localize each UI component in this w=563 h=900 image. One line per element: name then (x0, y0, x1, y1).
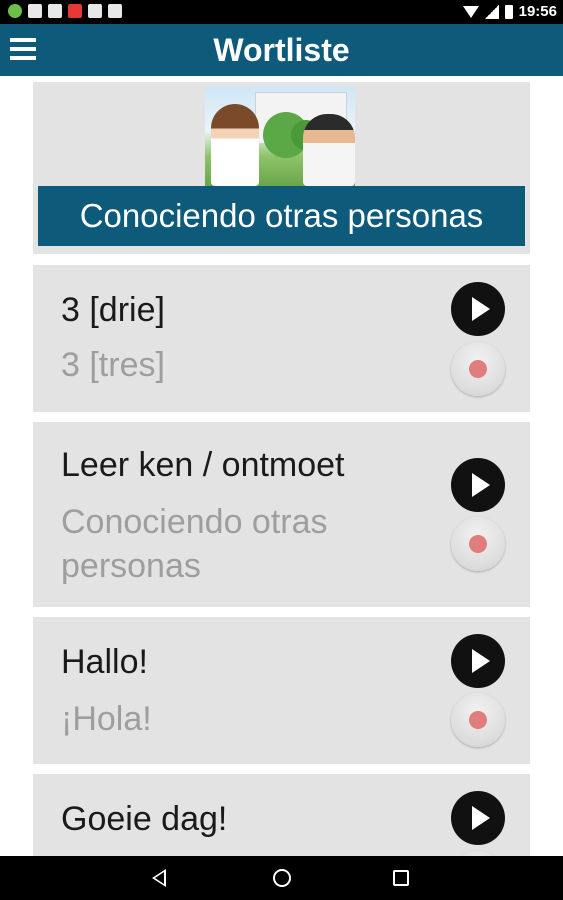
mail-notification-icon (48, 4, 62, 18)
clock: 19:56 (518, 3, 557, 20)
translation-text: Conociendo otras personas (61, 503, 328, 585)
topic-title: Conociendo otras personas (38, 186, 525, 246)
word-text: 3 [drie] (61, 291, 165, 329)
word-text: Goeie dag! (61, 800, 228, 838)
play-icon[interactable] (451, 634, 505, 688)
image-notification-icon (28, 4, 42, 18)
translation-text: ¡Hola! (61, 700, 152, 738)
notification-icons (8, 4, 122, 18)
topic-header: Conociendo otras personas (33, 82, 530, 254)
grid-notification-icon (88, 4, 102, 18)
play-icon[interactable] (451, 458, 505, 512)
status-right: 19:56 (462, 3, 557, 20)
word-list[interactable]: Conociendo otras personas 3 [drie] 3 [tr… (0, 76, 563, 856)
list-item: Leer ken / ontmoet Conociendo otras pers… (33, 422, 530, 607)
pdf-notification-icon (68, 4, 82, 18)
wifi-icon (462, 5, 479, 18)
list-item: Goeie dag! (33, 774, 530, 856)
play-icon[interactable] (451, 282, 505, 336)
page-title: Wortliste (213, 32, 350, 68)
app-bar: Wortliste (0, 24, 563, 76)
translation-text: 3 [tres] (61, 346, 165, 384)
record-icon[interactable] (451, 693, 505, 747)
system-nav-bar (0, 856, 563, 900)
word-text: Leer ken / ontmoet (61, 446, 345, 484)
battery-icon (504, 4, 513, 19)
signal-icon (484, 4, 499, 19)
status-bar: 19:56 (0, 0, 563, 24)
topic-photo (205, 86, 355, 186)
play-icon[interactable] (451, 791, 505, 845)
home-icon[interactable] (273, 869, 291, 887)
list-item: Hallo! ¡Hola! (33, 617, 530, 764)
record-icon[interactable] (451, 342, 505, 396)
word-text: Hallo! (61, 643, 148, 681)
recent-apps-icon[interactable] (393, 870, 409, 886)
record-icon[interactable] (451, 517, 505, 571)
back-icon[interactable] (152, 869, 166, 887)
list-item: 3 [drie] 3 [tres] (33, 265, 530, 412)
app-notification-icon (8, 4, 22, 18)
bag-notification-icon (108, 4, 122, 18)
